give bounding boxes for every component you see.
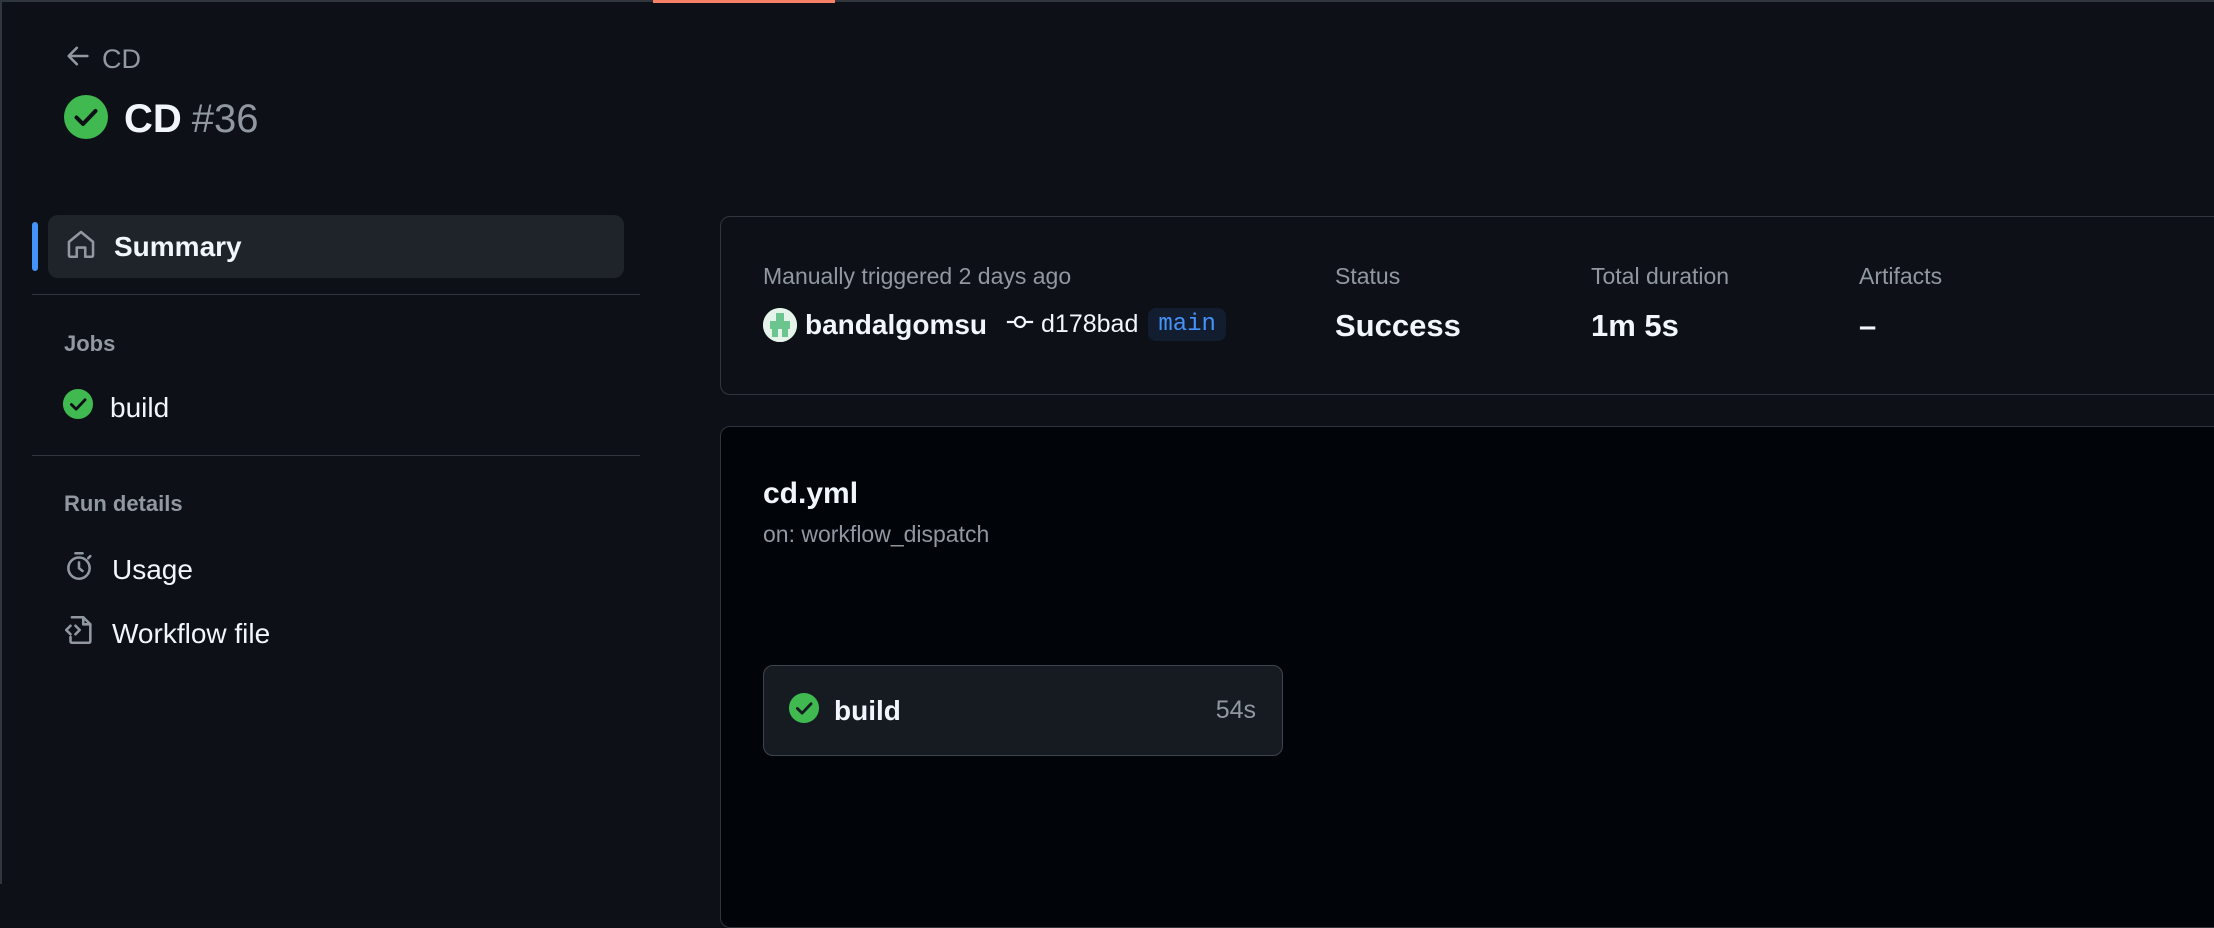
left-border (0, 0, 2, 884)
artifacts-label: Artifacts (1859, 263, 1943, 289)
back-link[interactable]: CD (64, 42, 141, 77)
duration-value: 1m 5s (1591, 308, 1679, 343)
sidebar-divider (32, 455, 640, 456)
git-commit-icon (987, 307, 1035, 342)
workflow-graph-card: cd.yml on: workflow_dispatch build 54s (720, 426, 2214, 928)
run-details-heading: Run details (64, 491, 183, 516)
arrow-left-icon (64, 42, 92, 77)
sidebar-item-label: Usage (112, 553, 193, 585)
page-title: CD #36 (64, 95, 259, 144)
success-check-icon (62, 388, 94, 427)
file-code-icon (62, 613, 96, 654)
status-label: Status (1335, 263, 1401, 289)
run-summary-card: Manually triggered 2 days ago bandalgoms… (720, 216, 2214, 395)
avatar[interactable] (763, 307, 797, 342)
active-tab-indicator (653, 0, 835, 3)
sidebar-item-usage[interactable]: Usage (62, 549, 193, 590)
success-check-icon (764, 692, 820, 729)
workflow-file-name: cd.yml (763, 477, 859, 510)
duration-stat: Total duration 1m 5s (1591, 263, 1729, 344)
artifacts-stat: Artifacts – (1859, 263, 1942, 344)
trigger-text: Manually triggered 2 days ago (763, 263, 1072, 289)
status-stat: Status Success (1335, 263, 1461, 344)
sidebar-job-build[interactable]: build (62, 388, 169, 427)
success-check-icon (64, 95, 108, 144)
actor-link[interactable]: bandalgomsu (805, 309, 987, 341)
job-node-build[interactable]: build 54s (763, 665, 1283, 756)
duration-label: Total duration (1591, 263, 1730, 289)
sidebar-item-label: Summary (114, 230, 242, 262)
job-name: build (834, 694, 901, 726)
sidebar-item-label: Workflow file (112, 617, 271, 649)
active-nav-indicator (32, 222, 38, 271)
sidebar-divider (32, 294, 640, 295)
sidebar-item-summary[interactable]: Summary (48, 215, 624, 278)
commit-sha-link[interactable]: d178bad (1041, 310, 1138, 339)
branch-badge[interactable]: main (1148, 308, 1226, 341)
workflow-trigger: on: workflow_dispatch (763, 521, 990, 547)
status-value: Success (1335, 308, 1461, 343)
jobs-heading: Jobs (64, 331, 116, 356)
sidebar-item-workflow-file[interactable]: Workflow file (62, 613, 270, 654)
top-border (0, 0, 2214, 2)
run-number: #36 (191, 97, 259, 141)
actor-row: bandalgomsu d178bad main (763, 307, 1226, 342)
stopwatch-icon (62, 549, 96, 590)
job-duration: 54s (1215, 696, 1256, 724)
home-icon (48, 227, 98, 266)
back-link-label: CD (102, 44, 141, 74)
artifacts-value: – (1859, 308, 1877, 343)
sidebar-item-label: build (110, 391, 170, 423)
run-workflow-name: CD (124, 97, 182, 141)
